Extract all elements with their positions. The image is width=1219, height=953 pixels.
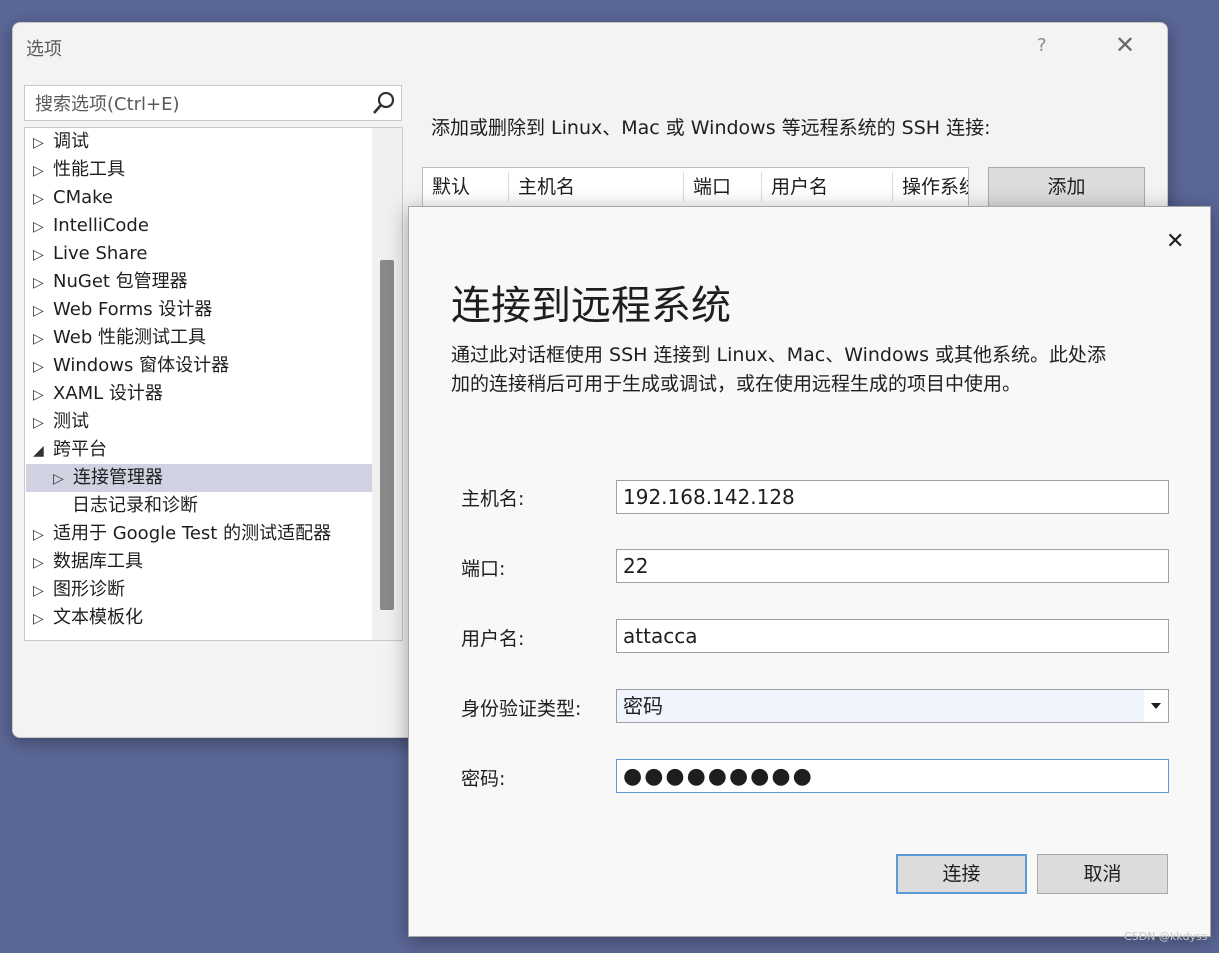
tree-item-cmake[interactable]: ▷ CMake	[25, 184, 371, 212]
expand-arrow-icon[interactable]: ▷	[33, 185, 45, 213]
expand-arrow-icon[interactable]: ▷	[33, 297, 45, 325]
options-tree: ▷ 调试 ▷ 性能工具 ▷ CMake ▷ IntelliCode ▷ Live Shar…	[24, 127, 403, 641]
auth-type-label: 身份验证类型:	[461, 698, 582, 720]
search-box[interactable]	[24, 85, 402, 121]
expand-arrow-icon[interactable]: ▷	[33, 157, 45, 185]
help-button[interactable]: ?	[1037, 35, 1047, 56]
watermark: CSDN @kkdyss	[1124, 930, 1208, 943]
tree-item-winforms[interactable]: ▷ Windows 窗体设计器	[25, 352, 371, 380]
close-button[interactable]: ✕	[1115, 31, 1135, 59]
auth-type-select[interactable]: 密码	[616, 689, 1169, 723]
expand-arrow-icon[interactable]: ▷	[33, 577, 45, 605]
col-header-os[interactable]: 操作系统	[893, 172, 968, 202]
dialog-description-line-2: 加的连接稍后可用于生成或调试，或在使用远程生成的项目中使用。	[451, 373, 1022, 395]
expand-arrow-icon[interactable]: ▷	[33, 213, 45, 241]
password-input[interactable]: ●●●●●●●●●	[616, 759, 1169, 793]
tree-item-logging[interactable]: 日志记录和诊断	[25, 492, 371, 520]
col-header-default[interactable]: 默认	[423, 172, 509, 202]
expand-arrow-icon[interactable]: ▷	[33, 381, 45, 409]
collapse-arrow-icon[interactable]: ◢	[33, 437, 45, 465]
expand-arrow-icon[interactable]: ▷	[33, 521, 45, 549]
expand-arrow-icon[interactable]: ▷	[33, 605, 45, 633]
expand-arrow-icon[interactable]: ▷	[33, 353, 45, 381]
tree-item-db-tools[interactable]: ▷ 数据库工具	[25, 548, 371, 576]
expand-arrow-icon[interactable]: ▷	[33, 241, 45, 269]
tree-item-google-test[interactable]: ▷ 适用于 Google Test 的测试适配器	[25, 520, 371, 548]
col-header-username[interactable]: 用户名	[762, 172, 893, 202]
search-input[interactable]	[33, 89, 367, 119]
tree-item-connection-manager[interactable]: ▷ 连接管理器	[26, 464, 372, 492]
connections-table[interactable]: 默认 主机名 端口 用户名 操作系统	[422, 167, 969, 207]
tree-item-live-share[interactable]: ▷ Live Share	[25, 240, 371, 268]
tree-item-debug[interactable]: ▷ 调试	[25, 128, 371, 156]
tree-item-graphics-diag[interactable]: ▷ 图形诊断	[25, 576, 371, 604]
chevron-down-icon[interactable]	[1144, 690, 1168, 722]
expand-arrow-icon[interactable]: ▷	[53, 465, 65, 493]
expand-arrow-icon[interactable]: ▷	[33, 269, 45, 297]
username-label: 用户名:	[461, 628, 525, 650]
tree-item-test[interactable]: ▷ 测试	[25, 408, 371, 436]
dialog-description: 通过此对话框使用 SSH 连接到 Linux、Mac、Windows 或其他系统…	[451, 341, 1191, 399]
window-title: 选项	[26, 39, 62, 60]
tree-item-xaml[interactable]: ▷ XAML 设计器	[25, 380, 371, 408]
connect-remote-dialog: ✕ 连接到远程系统 通过此对话框使用 SSH 连接到 Linux、Mac、Win…	[408, 206, 1211, 937]
tree-item-web-perf[interactable]: ▷ Web 性能测试工具	[25, 324, 371, 352]
cancel-button[interactable]: 取消	[1037, 854, 1168, 894]
host-input[interactable]: 192.168.142.128	[616, 480, 1169, 514]
username-input[interactable]: attacca	[616, 619, 1169, 653]
dialog-close-icon[interactable]: ✕	[1166, 229, 1184, 254]
dialog-description-line-1: 通过此对话框使用 SSH 连接到 Linux、Mac、Windows 或其他系统…	[451, 344, 1107, 366]
host-label: 主机名:	[461, 488, 525, 510]
expand-arrow-icon[interactable]: ▷	[33, 129, 45, 157]
tree-item-intellicode[interactable]: ▷ IntelliCode	[25, 212, 371, 240]
tree-item-web-forms[interactable]: ▷ Web Forms 设计器	[25, 296, 371, 324]
expand-arrow-icon[interactable]: ▷	[33, 549, 45, 577]
col-header-hostname[interactable]: 主机名	[509, 172, 684, 202]
dialog-title: 连接到远程系统	[451, 283, 731, 329]
col-header-port[interactable]: 端口	[684, 172, 762, 202]
search-icon[interactable]	[371, 90, 397, 116]
tree-item-perf-tools[interactable]: ▷ 性能工具	[25, 156, 371, 184]
add-button[interactable]: 添加	[988, 167, 1145, 207]
port-input[interactable]: 22	[616, 549, 1169, 583]
auth-type-value: 密码	[623, 694, 663, 718]
connect-button[interactable]: 连接	[896, 854, 1027, 894]
expand-arrow-icon[interactable]: ▷	[33, 409, 45, 437]
ssh-description: 添加或删除到 Linux、Mac 或 Windows 等远程系统的 SSH 连接…	[431, 117, 991, 139]
tree-item-cross-platform[interactable]: ◢ 跨平台	[25, 436, 371, 464]
tree-item-nuget[interactable]: ▷ NuGet 包管理器	[25, 268, 371, 296]
expand-arrow-icon[interactable]: ▷	[33, 325, 45, 353]
password-masked-value: ●●●●●●●●●	[623, 764, 814, 789]
port-label: 端口:	[461, 558, 506, 580]
tree-scrollbar-thumb[interactable]	[380, 260, 394, 610]
tree-scrollbar[interactable]	[372, 128, 402, 640]
password-label: 密码:	[461, 768, 506, 790]
tree-item-text-templating[interactable]: ▷ 文本模板化	[25, 604, 371, 632]
